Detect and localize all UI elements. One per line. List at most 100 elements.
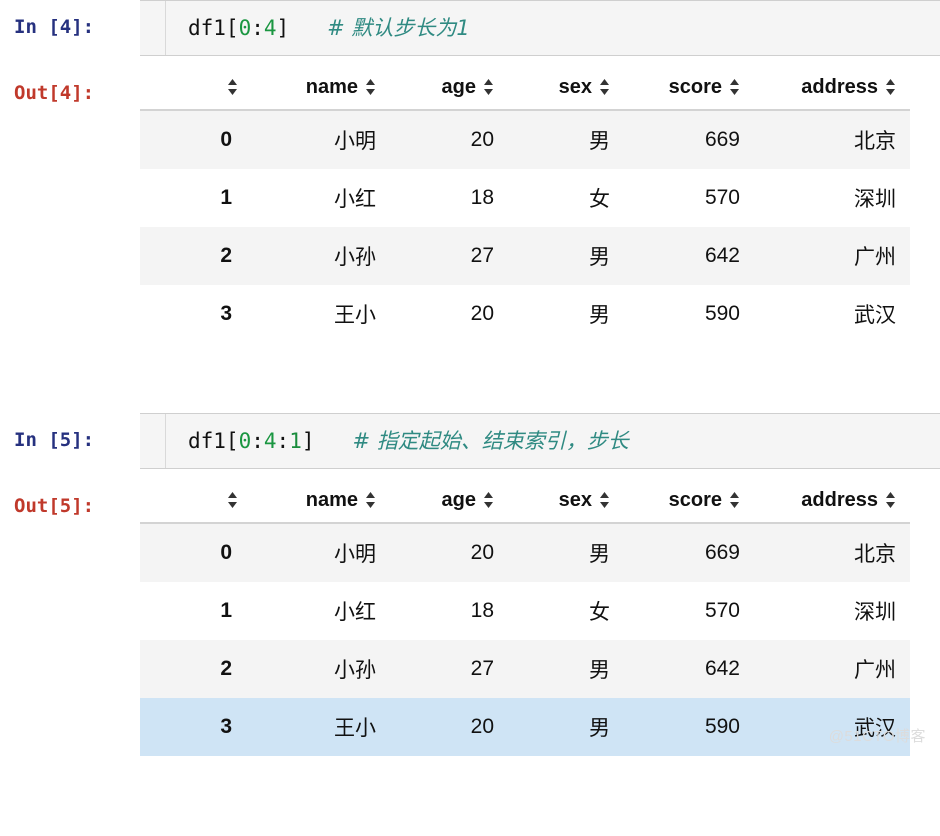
sort-arrows-icon[interactable] — [599, 78, 610, 96]
cell-address: 深圳 — [854, 601, 896, 624]
cell-sex: 女 — [589, 601, 610, 624]
table-row[interactable]: 0 小明 20 男 669 北京 — [140, 523, 910, 582]
output-row-2: Out[5]: name age sex score address 0 小明 20… — [0, 469, 940, 756]
column-label-address-2: address — [801, 489, 878, 511]
column-header-index-2[interactable] — [140, 483, 252, 524]
table-row[interactable]: 2 小孙 27 男 642 广州 — [140, 640, 910, 698]
dataframe-head-2: name age sex score address — [140, 483, 910, 524]
output-row-1: Out[4]: name age sex score address 0 小明 20… — [0, 56, 940, 343]
cell-score: 590 — [704, 715, 740, 738]
table-header-row-1: name age sex score address — [140, 70, 910, 111]
column-header-index-1[interactable] — [140, 70, 252, 111]
column-label-sex-2: sex — [558, 489, 592, 511]
sort-arrows-icon[interactable] — [729, 78, 740, 96]
code-input-1[interactable]: df1[0:4] # 默认步长为1 — [140, 0, 940, 56]
cell-address: 武汉 — [854, 304, 896, 327]
row-index-cell: 1 — [220, 186, 232, 209]
column-header-name-1[interactable]: name — [252, 70, 390, 111]
row-index-cell: 1 — [220, 599, 232, 622]
code-text-1[interactable]: df1[0:4] # 默认步长为1 — [166, 15, 470, 40]
cell-age: 27 — [470, 244, 494, 267]
column-header-score-2[interactable]: score — [624, 483, 754, 524]
column-label-address-1: address — [801, 76, 878, 98]
sort-arrows-icon[interactable] — [483, 491, 494, 509]
cell-sex: 男 — [589, 246, 610, 269]
cell-name: 小红 — [334, 188, 376, 211]
output-area-2: name age sex score address 0 小明 20 男 669 北京 1 小… — [140, 469, 940, 756]
column-label-score-1: score — [668, 76, 722, 98]
column-header-score-1[interactable]: score — [624, 70, 754, 111]
table-row[interactable]: 2 小孙 27 男 642 广州 — [140, 227, 910, 285]
cell-name: 王小 — [334, 717, 376, 740]
code-slice-start-2: 0 — [238, 428, 252, 453]
column-header-name-2[interactable]: name — [252, 483, 390, 524]
column-header-address-2[interactable]: address — [754, 483, 910, 524]
dataframe-body-2: 0 小明 20 男 669 北京 1 小红 18 女 570 深圳 2 小孙 27 男 642 广州 3 王小 20 男 5… — [140, 523, 910, 756]
column-header-age-2[interactable]: age — [390, 483, 508, 524]
out-prompt-2: Out[5]: — [14, 495, 95, 517]
sort-arrows-icon[interactable] — [729, 491, 740, 509]
table-row[interactable]: 1 小红 18 女 570 深圳 — [140, 582, 910, 640]
sort-arrows-icon[interactable] — [365, 491, 376, 509]
cell-score: 570 — [704, 599, 740, 622]
code-expr-prefix-2: df1[ — [188, 428, 239, 453]
cell-age: 20 — [470, 302, 494, 325]
sort-arrows-icon[interactable] — [885, 78, 896, 96]
column-label-name-2: name — [305, 489, 358, 511]
code-colon-2a: : — [251, 428, 264, 453]
cell-sex: 男 — [589, 543, 610, 566]
cell-sex: 男 — [589, 304, 610, 327]
sort-arrows-icon[interactable] — [599, 491, 610, 509]
cell-score: 570 — [704, 186, 740, 209]
table-row[interactable]: 1 小红 18 女 570 深圳 — [140, 169, 910, 227]
dataframe-head-1: name age sex score address — [140, 70, 910, 111]
sort-arrows-icon[interactable] — [365, 78, 376, 96]
cell-address: 北京 — [854, 543, 896, 566]
code-expr-suffix-1: ] — [276, 15, 290, 40]
code-comment-2: # 指定起始、结束索引，步长 — [352, 428, 629, 453]
code-slice-start-1: 0 — [238, 15, 252, 40]
out-prompt-1: Out[4]: — [14, 82, 95, 104]
code-slice-stop-2: 4 — [263, 428, 277, 453]
code-colon-1a: : — [251, 15, 264, 40]
watermark: @51CTO博客 — [828, 728, 926, 745]
row-index-cell: 3 — [220, 302, 232, 325]
code-input-2[interactable]: df1[0:4:1] # 指定起始、结束索引，步长 — [140, 413, 940, 469]
code-gutter-1 — [140, 1, 166, 55]
column-header-sex-1[interactable]: sex — [508, 70, 624, 111]
cell-age: 27 — [470, 657, 494, 680]
cell-score: 590 — [704, 302, 740, 325]
in-prompt-2: In [5]: — [14, 429, 95, 451]
code-slice-step-2: 1 — [289, 428, 302, 453]
cell-age: 20 — [470, 715, 494, 738]
code-text-2[interactable]: df1[0:4:1] # 指定起始、结束索引，步长 — [166, 428, 629, 453]
cell-name: 小红 — [334, 601, 376, 624]
cell-address: 广州 — [854, 659, 896, 682]
column-header-sex-2[interactable]: sex — [508, 483, 624, 524]
cell-sex: 女 — [589, 188, 610, 211]
cell-spacer — [0, 343, 940, 413]
code-comment-1: # 默认步长为1 — [327, 15, 470, 40]
notebook-cell-2: In [5]: df1[0:4:1] # 指定起始、结束索引，步长 Out[5]… — [0, 413, 940, 756]
sort-arrows-icon[interactable] — [885, 491, 896, 509]
sort-arrows-icon[interactable] — [227, 78, 238, 96]
table-row[interactable]: 0 小明 20 男 669 北京 — [140, 110, 910, 169]
column-header-age-1[interactable]: age — [390, 70, 508, 111]
sort-arrows-icon[interactable] — [483, 78, 494, 96]
in-prompt-1: In [4]: — [14, 16, 95, 38]
cell-address: 深圳 — [854, 188, 896, 211]
table-row[interactable]: 3 王小 20 男 590 武汉 — [140, 698, 910, 756]
row-index-cell: 2 — [220, 244, 232, 267]
sort-arrows-icon[interactable] — [227, 491, 238, 509]
table-row[interactable]: 3 王小 20 男 590 武汉 — [140, 285, 910, 343]
dataframe-table-2: name age sex score address 0 小明 20 男 669 北京 1 小… — [140, 483, 910, 756]
cell-sex: 男 — [589, 717, 610, 740]
notebook-container: In [4]: df1[0:4] # 默认步长为1 Out[4]: name a… — [0, 0, 940, 756]
column-label-age-2: age — [441, 489, 476, 511]
cell-score: 642 — [704, 657, 740, 680]
dataframe-body-1: 0 小明 20 男 669 北京 1 小红 18 女 570 深圳 2 小孙 27 男 642 广州 3 王小 20 男 5… — [140, 110, 910, 343]
dataframe-table-1: name age sex score address 0 小明 20 男 669 北京 1 小… — [140, 70, 910, 343]
column-header-address-1[interactable]: address — [754, 70, 910, 111]
code-expr-prefix-1: df1[ — [188, 15, 239, 40]
code-colon-2b: : — [276, 428, 290, 453]
